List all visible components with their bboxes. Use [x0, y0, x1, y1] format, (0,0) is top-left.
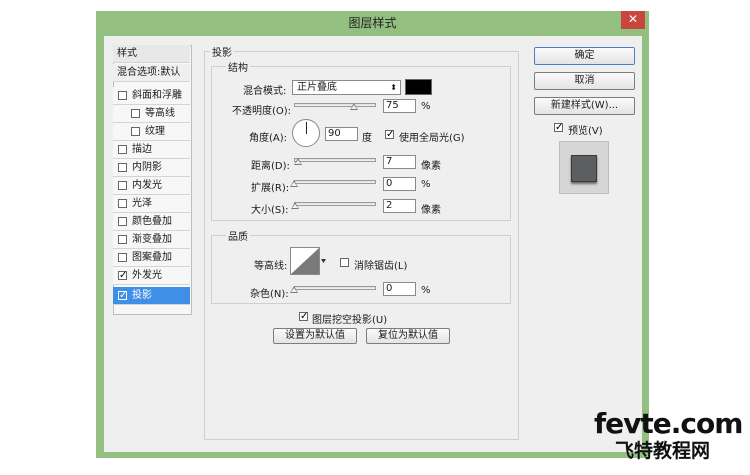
style-item[interactable]: 图案叠加	[113, 249, 190, 267]
swatch-color	[406, 80, 431, 94]
style-item-label: 内阴影	[132, 162, 162, 173]
size-label: 大小(S):	[251, 205, 289, 216]
blending-options-item[interactable]: 混合选项:默认	[113, 64, 190, 82]
distance-slider[interactable]	[294, 158, 376, 162]
watermark-sitename: 飞特教程网	[615, 440, 711, 462]
distance-input[interactable]: 7	[383, 155, 416, 169]
style-item-checkbox[interactable]	[118, 163, 127, 172]
style-item-label: 等高线	[145, 108, 175, 119]
style-item-label: 斜面和浮雕	[132, 90, 182, 101]
style-item-label: 纹理	[145, 126, 165, 137]
blend-mode-select[interactable]: 正片叠底 ⬍	[292, 80, 401, 95]
opacity-unit: %	[421, 101, 431, 112]
style-list-header: 样式	[113, 45, 190, 63]
spread-slider-thumb[interactable]	[290, 180, 298, 187]
opacity-label: 不透明度(O):	[232, 106, 292, 117]
size-slider[interactable]	[294, 202, 376, 206]
distance-unit: 像素	[421, 161, 441, 172]
style-item-label: 投影	[132, 290, 152, 301]
structure-legend: 结构	[226, 59, 250, 74]
select-arrows-icon: ⬍	[390, 83, 397, 92]
distance-slider-thumb[interactable]	[294, 158, 302, 165]
make-default-button[interactable]: 设置为默认值	[273, 328, 357, 344]
dialog-title: 图层样式	[348, 16, 397, 30]
style-preview-thumbnail	[559, 141, 609, 194]
antialias-label: 消除锯齿(L)	[354, 261, 408, 272]
new-style-button[interactable]: 新建样式(W)...	[534, 97, 635, 115]
style-item[interactable]: 颜色叠加	[113, 213, 190, 231]
opacity-slider[interactable]	[294, 103, 376, 107]
spread-unit: %	[421, 179, 431, 190]
style-item-checkbox[interactable]	[118, 145, 127, 154]
noise-label: 杂色(N):	[250, 289, 289, 300]
distance-label: 距离(D):	[251, 161, 290, 172]
style-item-checkbox[interactable]	[118, 217, 127, 226]
style-item[interactable]: ✓ 外发光	[113, 267, 190, 285]
style-item-checkbox[interactable]	[118, 91, 127, 100]
style-item[interactable]: 光泽	[113, 195, 190, 213]
contour-picker[interactable]	[290, 247, 326, 275]
preview-swatch	[571, 155, 597, 182]
style-item[interactable]: 内发光	[113, 177, 190, 195]
size-slider-thumb[interactable]	[291, 202, 299, 209]
spread-slider[interactable]	[294, 180, 376, 184]
style-item-label: 光泽	[132, 198, 152, 209]
size-input[interactable]: 2	[383, 199, 416, 213]
blend-mode-label: 混合模式:	[243, 86, 287, 97]
spread-label: 扩展(R):	[251, 183, 290, 194]
quality-legend: 品质	[226, 228, 250, 243]
opacity-slider-thumb[interactable]	[350, 103, 358, 110]
noise-slider[interactable]	[294, 286, 376, 290]
preview-checkbox[interactable]: ✓	[554, 123, 563, 133]
style-item[interactable]: ✓ 投影	[113, 287, 190, 305]
style-item[interactable]: 描边	[113, 141, 190, 159]
knockout-label: 图层挖空投影(U)	[312, 315, 388, 326]
reset-default-button[interactable]: 复位为默认值	[366, 328, 450, 344]
style-item[interactable]: 斜面和浮雕	[113, 87, 190, 105]
style-item-checkbox[interactable]	[131, 109, 140, 118]
angle-dial[interactable]	[292, 119, 320, 147]
preview-label: 预览(V)	[568, 126, 603, 137]
blend-color-swatch[interactable]	[405, 79, 432, 95]
style-item[interactable]: 纹理	[113, 123, 190, 141]
global-light-checkbox[interactable]: ✓	[385, 130, 394, 140]
style-item[interactable]: 内阴影	[113, 159, 190, 177]
style-item-checkbox[interactable]	[118, 235, 127, 244]
ok-button[interactable]: 确定	[534, 47, 635, 65]
global-light-label: 使用全局光(G)	[399, 133, 465, 144]
blend-mode-value: 正片叠底	[297, 82, 337, 93]
antialias-checkbox[interactable]	[340, 258, 349, 267]
style-item-label: 图案叠加	[132, 252, 172, 263]
opacity-input[interactable]: 75	[383, 99, 416, 113]
style-item-checkbox[interactable]	[131, 127, 140, 136]
style-item-label: 颜色叠加	[132, 216, 172, 227]
style-item-label: 内发光	[132, 180, 162, 191]
panel-title: 投影	[210, 44, 234, 59]
contour-label: 等高线:	[254, 261, 288, 272]
style-item-checkbox[interactable]: ✓	[118, 291, 127, 301]
close-button[interactable]: ✕	[621, 11, 645, 29]
knockout-checkbox[interactable]: ✓	[299, 312, 308, 322]
style-item-checkbox[interactable]	[118, 199, 127, 208]
size-unit: 像素	[421, 205, 441, 216]
style-item-label: 描边	[132, 144, 152, 155]
noise-slider-thumb[interactable]	[290, 286, 298, 293]
spread-input[interactable]: 0	[383, 177, 416, 191]
angle-unit: 度	[362, 133, 372, 144]
style-item-checkbox[interactable]	[118, 253, 127, 262]
angle-label: 角度(A):	[249, 133, 288, 144]
cancel-button[interactable]: 取消	[534, 72, 635, 90]
style-item[interactable]: 渐变叠加	[113, 231, 190, 249]
noise-unit: %	[421, 285, 431, 296]
noise-input[interactable]: 0	[383, 282, 416, 296]
style-item-checkbox[interactable]	[118, 181, 127, 190]
style-item-checkbox[interactable]: ✓	[118, 271, 127, 281]
style-item-label: 外发光	[132, 270, 162, 281]
angle-input[interactable]: 90	[325, 127, 358, 141]
angle-dial-hand	[306, 122, 307, 134]
style-item-label: 渐变叠加	[132, 234, 172, 245]
style-item[interactable]: 等高线	[113, 105, 190, 123]
